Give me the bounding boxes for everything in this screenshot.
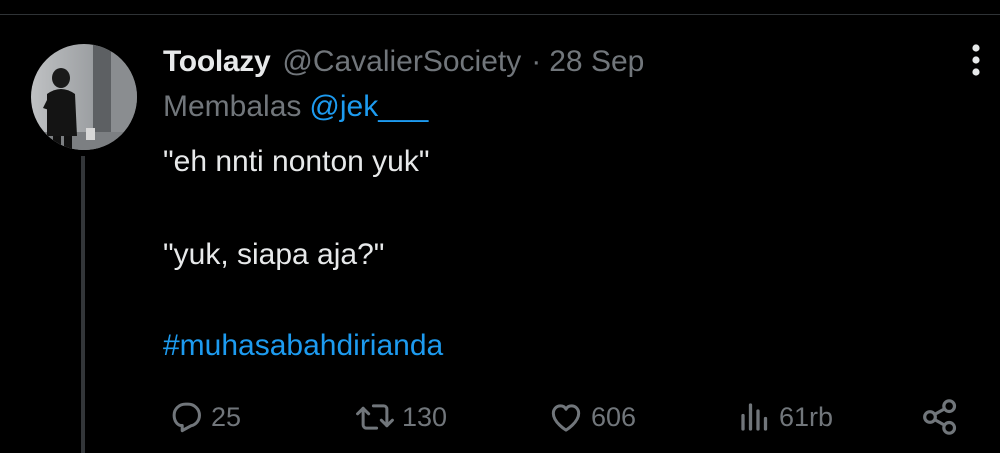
- thread-line: [81, 156, 85, 453]
- replying-to: Membalas @jek___: [163, 90, 428, 124]
- tweet-text-line-1: "eh nnti nonton yuk": [163, 145, 430, 178]
- share-icon: [923, 399, 957, 435]
- mention-link[interactable]: @jek___: [309, 90, 428, 123]
- like-button[interactable]: 606: [547, 394, 636, 440]
- tweet-date[interactable]: 28 Sep: [549, 45, 644, 79]
- reply-button[interactable]: 25: [167, 394, 241, 440]
- analytics-icon: [741, 403, 768, 431]
- user-handle[interactable]: @CavalierSociety: [282, 45, 521, 79]
- heart-icon: [551, 404, 581, 432]
- tweet-header: Toolazy @CavalierSociety · 28 Sep: [163, 42, 644, 82]
- avatar-photo: [31, 44, 137, 150]
- replying-label: Membalas: [163, 90, 302, 123]
- share-button[interactable]: [920, 394, 960, 440]
- retweet-count: 130: [402, 401, 448, 432]
- display-name[interactable]: Toolazy: [163, 45, 271, 79]
- views-button[interactable]: 61rb: [737, 394, 833, 440]
- like-count: 606: [591, 401, 637, 432]
- hashtag-link[interactable]: #muhasabahdirianda: [163, 329, 443, 363]
- retweet-icon: [356, 404, 394, 430]
- views-count: 61rb: [779, 401, 834, 432]
- more-vertical-icon: [972, 44, 980, 76]
- action-bar: 25 130 606 61rb: [163, 394, 963, 440]
- more-options-button[interactable]: [958, 42, 994, 78]
- retweet-button[interactable]: 130: [354, 394, 447, 440]
- tweet-text-line-2: "yuk, siapa aja?": [163, 238, 385, 271]
- reply-icon: [172, 402, 201, 433]
- avatar[interactable]: [31, 44, 137, 150]
- top-divider: [0, 14, 1000, 15]
- separator-dot: ·: [531, 45, 542, 78]
- reply-count: 25: [211, 401, 242, 432]
